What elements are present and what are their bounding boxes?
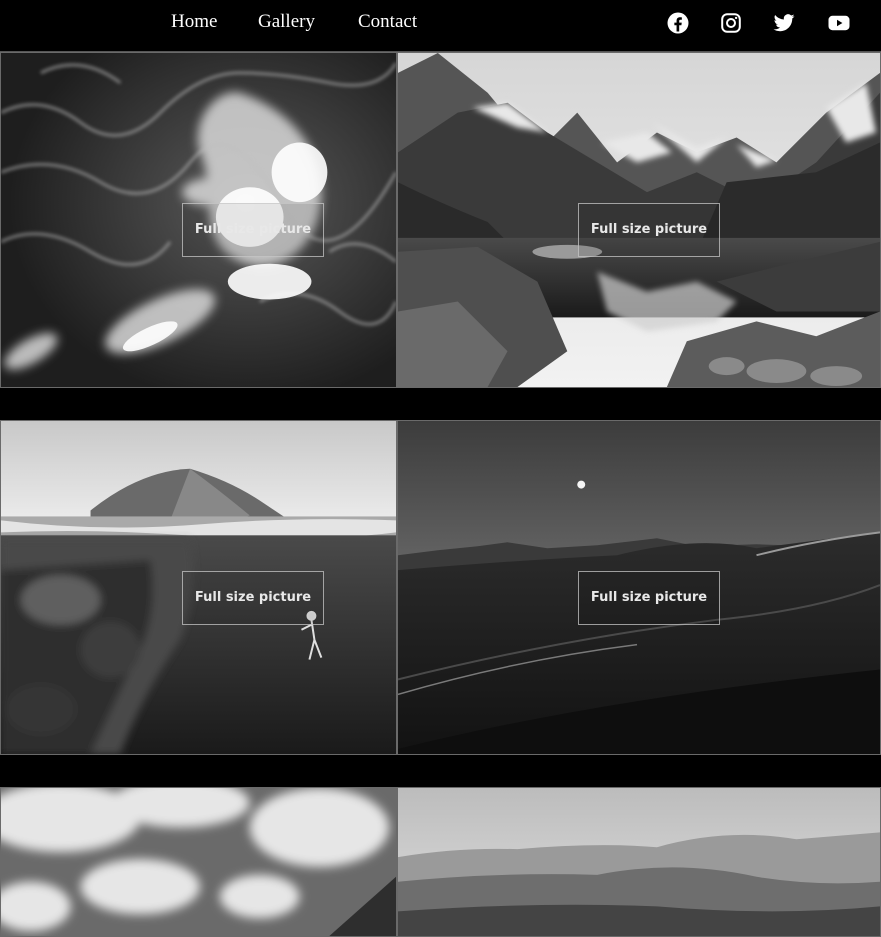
facebook-icon[interactable] [666, 11, 690, 35]
youtube-icon[interactable] [827, 11, 851, 35]
gallery-tile-ocean-waves[interactable]: Full size picture [0, 52, 397, 388]
gallery-tile-hazy-hills[interactable] [397, 787, 881, 937]
instagram-icon[interactable] [719, 11, 743, 35]
gallery-tile-desert-dunes[interactable]: Full size picture [397, 420, 881, 755]
clouds-image [1, 788, 396, 936]
nav-link-gallery[interactable]: Gallery [258, 11, 315, 33]
nav-link-home[interactable]: Home [171, 11, 217, 33]
twitter-icon[interactable] [772, 11, 796, 35]
gallery-tile-underwater-diver[interactable]: Full size picture [0, 420, 397, 755]
full-size-picture-button[interactable]: Full size picture [182, 571, 324, 625]
gallery-tile-clouds[interactable] [0, 787, 397, 937]
full-size-picture-button[interactable]: Full size picture [578, 203, 720, 257]
full-size-picture-button[interactable]: Full size picture [182, 203, 324, 257]
full-size-picture-button[interactable]: Full size picture [578, 571, 720, 625]
top-navigation-bar: Home Gallery Contact [0, 0, 881, 52]
hazy-hills-image [398, 788, 880, 936]
gallery-tile-mountain-lake[interactable]: Full size picture [397, 52, 881, 388]
nav-link-contact[interactable]: Contact [358, 11, 417, 33]
